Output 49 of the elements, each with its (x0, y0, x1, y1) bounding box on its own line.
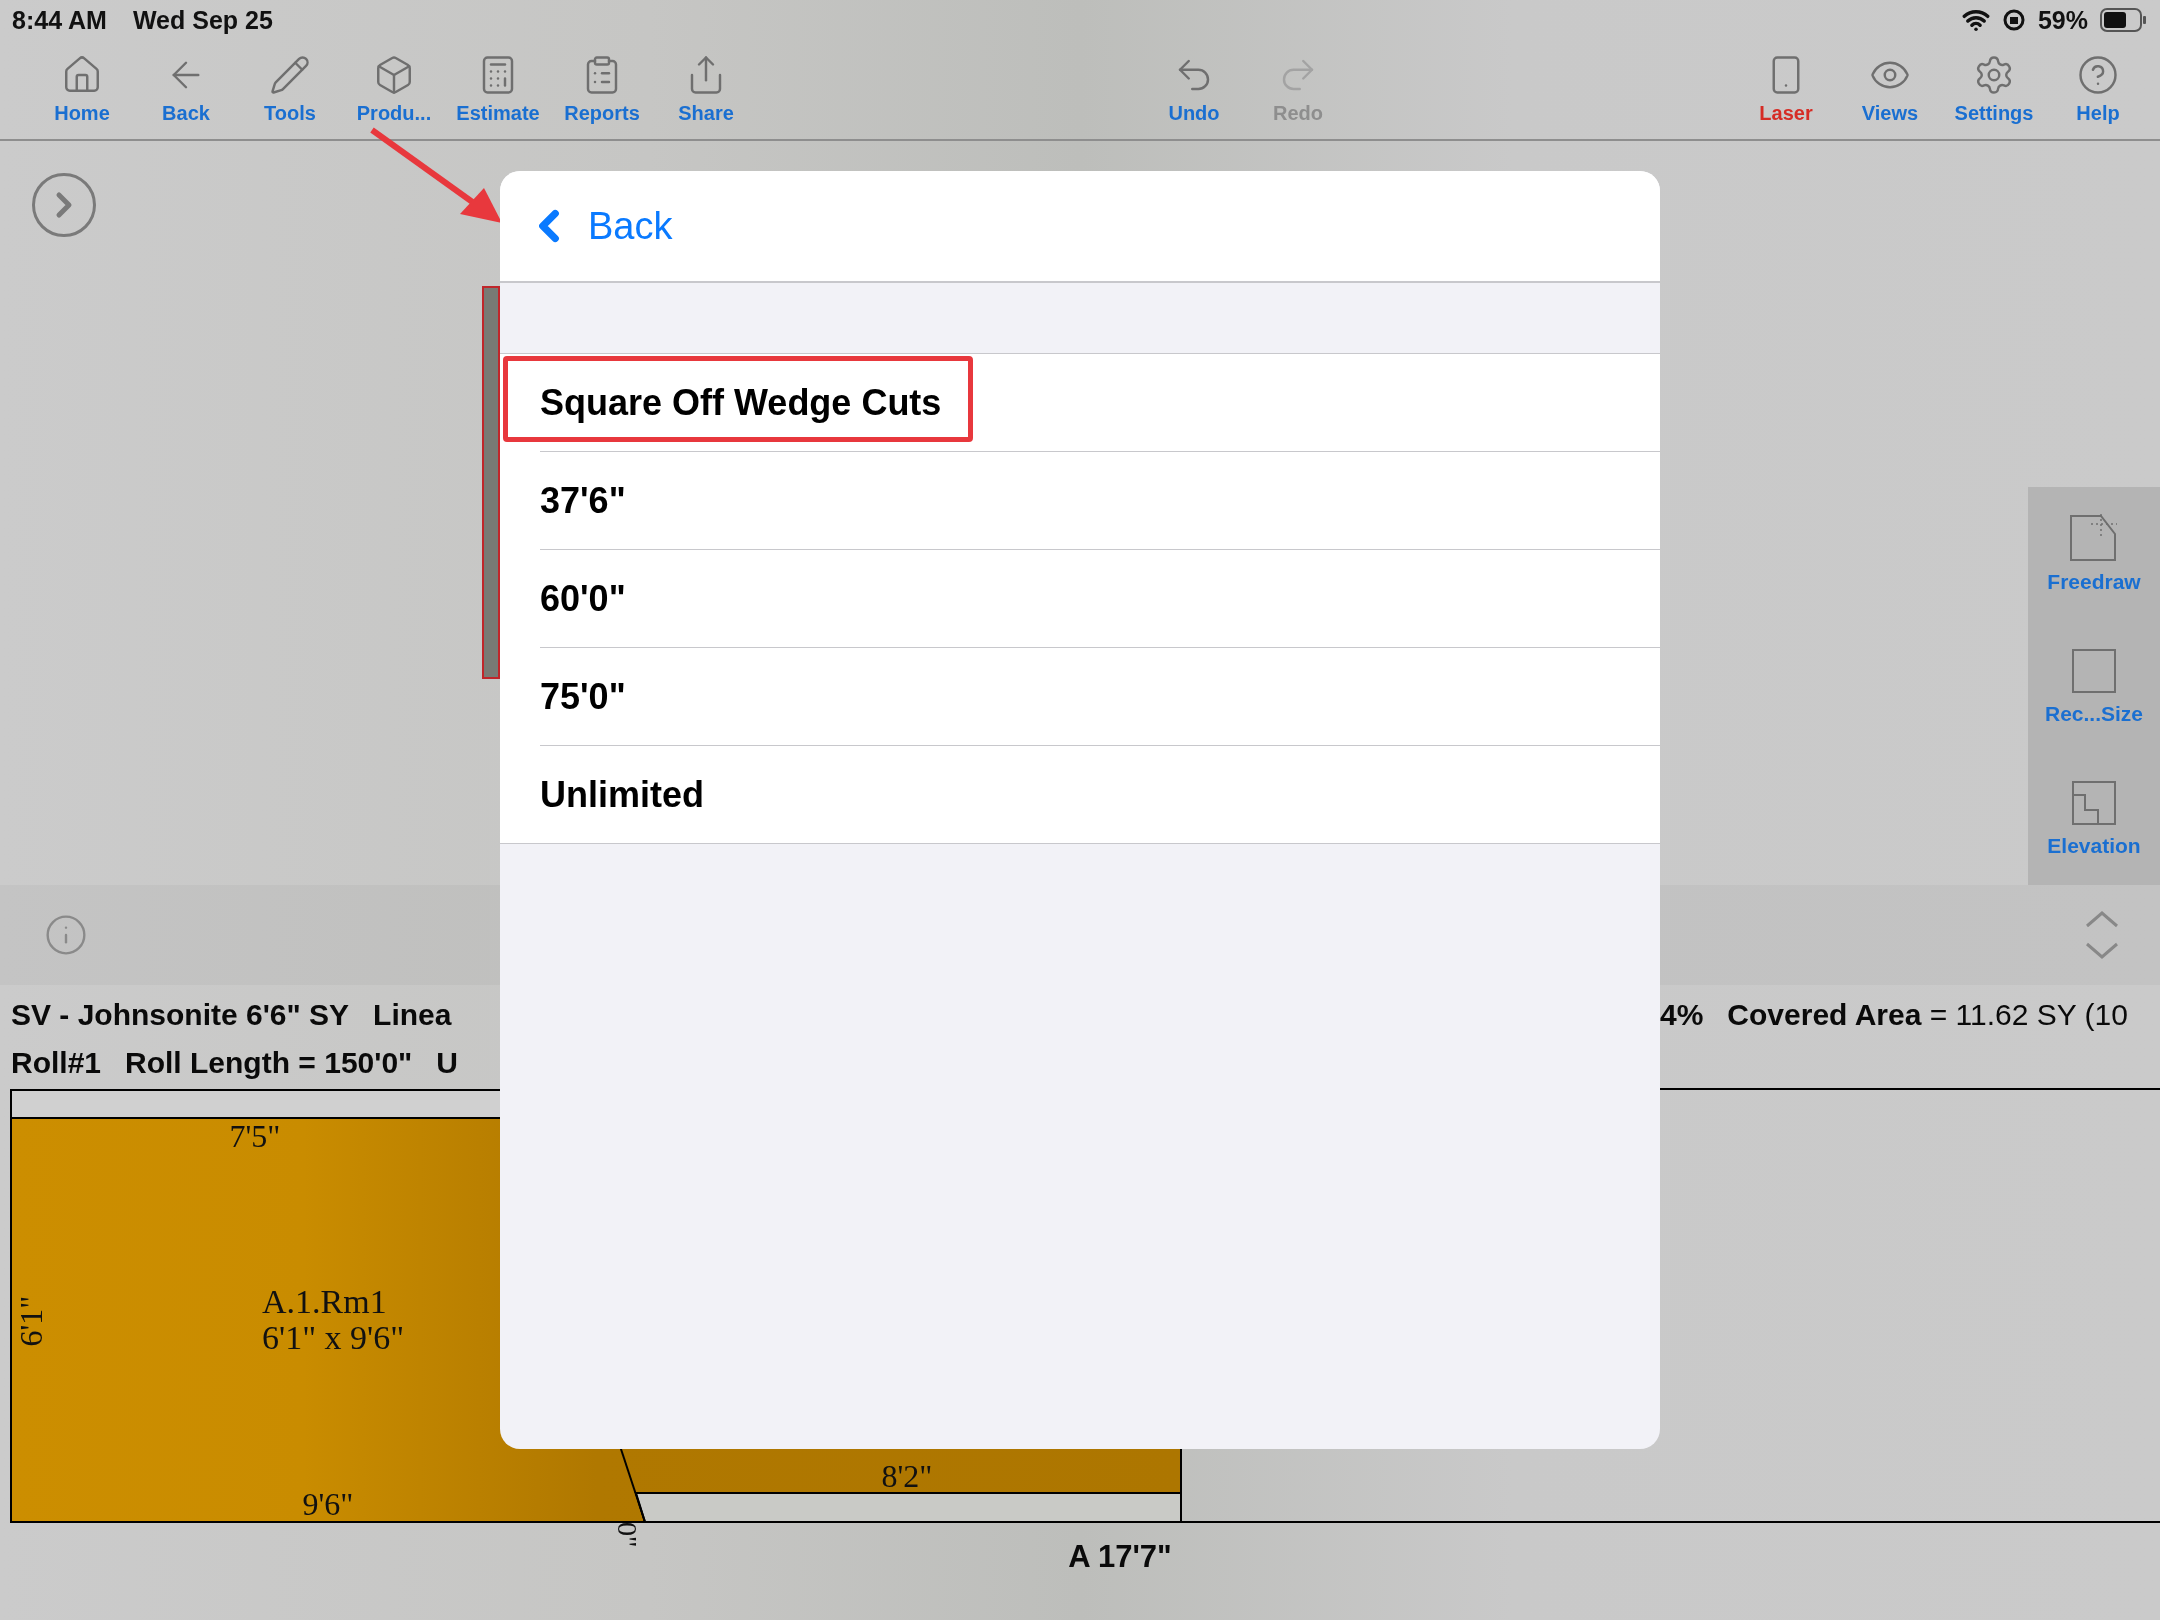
menu-item[interactable]: Square Off Wedge Cuts (540, 381, 942, 424)
battery-icon (2100, 8, 2148, 32)
total-length: A 17'7" (1068, 1539, 1172, 1575)
room-size: 6'1" x 9'6" (262, 1319, 404, 1356)
toolbar-button[interactable]: Back (138, 54, 234, 125)
menu-item[interactable]: 75'0" (540, 675, 626, 718)
info-icon[interactable] (44, 913, 88, 957)
summary-text: Linea (373, 998, 452, 1032)
rotation-lock-icon (2001, 8, 2026, 32)
help-icon (2077, 54, 2119, 96)
square-icon (2071, 648, 2117, 694)
toolbar-button[interactable]: Reports (554, 54, 650, 125)
menu-item[interactable]: 37'6" (540, 479, 626, 522)
side-tool-button[interactable]: Rec...Size (2044, 648, 2144, 726)
toolbar-button[interactable]: Settings (1946, 54, 2042, 125)
toolbar-button[interactable]: Estimate (450, 54, 546, 125)
toolbar-button[interactable]: Tools (242, 54, 338, 125)
summary-text: 4% (1660, 998, 1704, 1032)
menu-item[interactable]: Unlimited (540, 773, 704, 816)
battery-percent: 59% (2037, 5, 2088, 35)
side-tool-button[interactable]: Freedraw (2047, 514, 2141, 594)
expand-button[interactable] (32, 173, 96, 237)
status-date: Wed Sep 25 (132, 5, 273, 35)
toolbar-button[interactable]: Views (1842, 54, 1938, 125)
toolbar-button[interactable]: Laser (1738, 54, 1834, 125)
back-button[interactable]: Back (524, 201, 673, 251)
summary-text: Roll Length = 150'0" (125, 1046, 413, 1080)
toolbar-button[interactable]: Produ... (346, 54, 442, 125)
summary-text: Covered Area = 11.62 SY (10 (1727, 998, 2128, 1032)
toolbar-button[interactable]: Help (2050, 54, 2146, 125)
dimension-label: 9'6" (302, 1486, 354, 1522)
summary-text: U (436, 1046, 458, 1080)
menu-item[interactable]: 60'0" (540, 577, 626, 620)
dimension-label: 0" (612, 1522, 643, 1548)
side-tool-button[interactable]: Elevation (2047, 780, 2141, 858)
dimension-label: 8'2" (881, 1458, 933, 1494)
expand-collapse-icon[interactable] (2084, 910, 2120, 960)
dimension-label: 6'1" (13, 1295, 49, 1347)
summary-text: Roll#1 (11, 1046, 102, 1080)
dimension-label: 7'5" (229, 1118, 281, 1154)
toolbar-button[interactable]: Home (34, 54, 130, 125)
toolbar-button[interactable]: Share (658, 54, 754, 125)
toolbar-button[interactable]: Undo (1146, 54, 1242, 125)
room-shape-icon (2071, 780, 2117, 826)
summary-text: SV - Johnsonite 6'6" SY (11, 998, 350, 1032)
status-time: 8:44 AM (12, 5, 107, 35)
room-name: A.1.Rm1 (262, 1283, 387, 1320)
pencil-icon (269, 54, 311, 96)
page-icon (2069, 514, 2119, 562)
